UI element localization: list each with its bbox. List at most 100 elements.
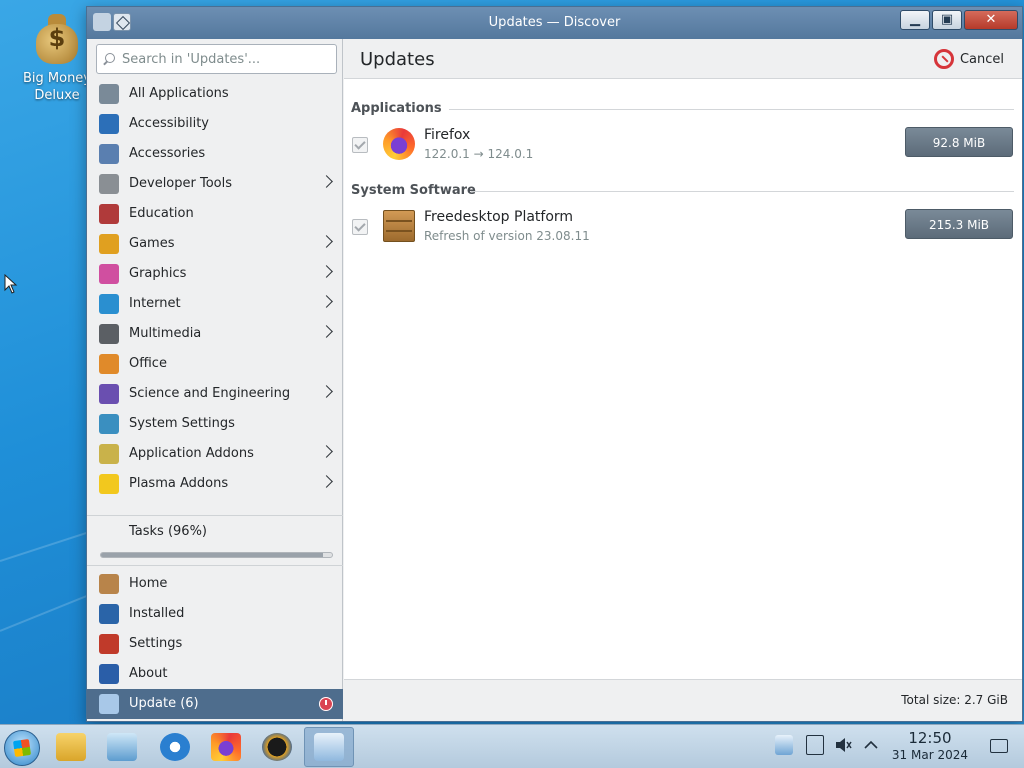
update-version: 122.0.1 → 124.0.1 [424, 147, 534, 161]
accessibility-icon [99, 114, 119, 134]
nav-item-update[interactable]: Update (6) [87, 689, 343, 719]
update-row-freedesktop[interactable]: Freedesktop Platform Refresh of version … [344, 205, 1022, 249]
sidebar-item-label: System Settings [129, 416, 235, 431]
minimize-button[interactable]: ▁ [900, 10, 930, 30]
sidebar-item-games[interactable]: Games [87, 229, 343, 259]
application-addons-icon [99, 444, 119, 464]
maximize-icon: ▣ [940, 12, 954, 27]
chevron-right-icon [320, 175, 333, 188]
tray-volume-muted-icon[interactable] [834, 735, 852, 755]
sidebar-item-label: Accessibility [129, 116, 209, 131]
sidebar-item-all-applications[interactable]: All Applications [87, 79, 343, 109]
tasks-label: Tasks (96%) [129, 524, 207, 539]
taskbar-file-manager[interactable] [46, 727, 96, 767]
file-manager-icon [56, 733, 86, 761]
section-heading: Applications [351, 101, 442, 116]
update-checkbox[interactable] [352, 219, 368, 235]
sidebar-item-plasma-addons[interactable]: Plasma Addons [87, 469, 343, 499]
discover-window: Updates — Discover ▁ ▣ ✕ All Application… [86, 6, 1023, 722]
taskbar-discover[interactable] [304, 727, 354, 767]
sidebar-item-application-addons[interactable]: Application Addons [87, 439, 343, 469]
update-icon [99, 694, 119, 714]
nav-item-settings[interactable]: Settings [87, 629, 343, 659]
tasks-progress-fill [101, 553, 323, 557]
sidebar-item-label: Application Addons [129, 446, 254, 461]
taskbar-game[interactable] [252, 727, 302, 767]
education-icon [99, 204, 119, 224]
total-size: Total size: 2.7 GiB [901, 693, 1008, 707]
sidebar-item-graphics[interactable]: Graphics [87, 259, 343, 289]
page-title: Updates [360, 49, 435, 70]
sidebar-item-label: Office [129, 356, 167, 371]
sidebar-item-internet[interactable]: Internet [87, 289, 343, 319]
search-input[interactable] [122, 45, 334, 73]
nav-item-label: Update (6) [129, 696, 199, 711]
sidebar-item-developer-tools[interactable]: Developer Tools [87, 169, 343, 199]
update-size-badge: 215.3 MiB [905, 209, 1013, 239]
internet-icon [99, 294, 119, 314]
section-divider [449, 109, 1014, 110]
nav-item-label: About [129, 666, 168, 681]
sidebar-item-label: Internet [129, 296, 181, 311]
cancel-button[interactable]: Cancel [933, 47, 1004, 71]
taskbar: 12:50 31 Mar 2024 [0, 724, 1024, 768]
tray-expand-icon[interactable] [862, 735, 880, 755]
tray-clipboard-icon[interactable] [806, 735, 824, 755]
show-desktop-icon[interactable] [990, 739, 1008, 753]
sidebar-item-office[interactable]: Office [87, 349, 343, 379]
maximize-button[interactable]: ▣ [932, 10, 962, 30]
section-heading: System Software [351, 183, 476, 198]
taskbar-firefox[interactable] [201, 727, 251, 767]
sidebar-item-education[interactable]: Education [87, 199, 343, 229]
window-title: Updates — Discover [488, 15, 621, 30]
clock-time: 12:50 [908, 729, 952, 747]
sidebar-item-label: Accessories [129, 146, 206, 161]
discover-icon [314, 733, 344, 761]
sidebar-item-accessibility[interactable]: Accessibility [87, 109, 343, 139]
nav-item-home[interactable]: Home [87, 569, 343, 599]
update-size-badge: 92.8 MiB [905, 127, 1013, 157]
update-name: Firefox [424, 127, 471, 143]
title-bar[interactable]: Updates — Discover ▁ ▣ ✕ [87, 7, 1022, 39]
start-button[interactable] [4, 730, 40, 766]
sidebar-item-label: Developer Tools [129, 176, 233, 191]
cancel-label: Cancel [959, 51, 1004, 67]
all-apps-icon [99, 84, 119, 104]
chevron-right-icon [320, 385, 333, 398]
update-checkbox[interactable] [352, 137, 368, 153]
sidebar-item-label: Plasma Addons [129, 476, 229, 491]
game-icon [262, 733, 292, 761]
chevron-right-icon [320, 475, 333, 488]
sidebar-item-label: Games [129, 236, 175, 251]
tray-discover-icon[interactable] [775, 735, 793, 755]
multimedia-icon [99, 324, 119, 344]
chevron-right-icon [320, 445, 333, 458]
close-button[interactable]: ✕ [964, 10, 1018, 30]
science-icon [99, 384, 119, 404]
sidebar-divider [87, 515, 343, 516]
chevron-right-icon [320, 295, 333, 308]
clock[interactable]: 12:50 31 Mar 2024 [892, 729, 968, 763]
section-divider [471, 191, 1014, 192]
navigation-list: Home Installed Settings About Update (6) [87, 569, 343, 719]
sidebar: All Applications Accessibility Accessories… [87, 39, 343, 721]
taskbar-internet-explorer[interactable] [150, 727, 200, 767]
cancel-icon [933, 49, 954, 69]
home-icon [99, 574, 119, 594]
sidebar-item-accessories[interactable]: Accessories [87, 139, 343, 169]
sidebar-item-system-settings[interactable]: System Settings [87, 409, 343, 439]
taskbar-system-settings[interactable] [97, 727, 147, 767]
sidebar-item-multimedia[interactable]: Multimedia [87, 319, 343, 349]
sidebar-item-science-and-engineering[interactable]: Science and Engineering [87, 379, 343, 409]
tasks-progress[interactable]: Tasks (96%) [87, 517, 343, 577]
nav-item-label: Home [129, 576, 168, 591]
package-box-icon [383, 210, 415, 242]
search-field[interactable] [96, 44, 337, 74]
sidebar-item-label: Graphics [129, 266, 187, 281]
office-icon [99, 354, 119, 374]
nav-item-about[interactable]: About [87, 659, 343, 689]
section-applications: Applications [351, 99, 1014, 119]
update-row-firefox[interactable]: Firefox 122.0.1 → 124.0.1 92.8 MiB [344, 123, 1022, 167]
category-list: All Applications Accessibility Accessories… [87, 79, 343, 499]
nav-item-installed[interactable]: Installed [87, 599, 343, 629]
